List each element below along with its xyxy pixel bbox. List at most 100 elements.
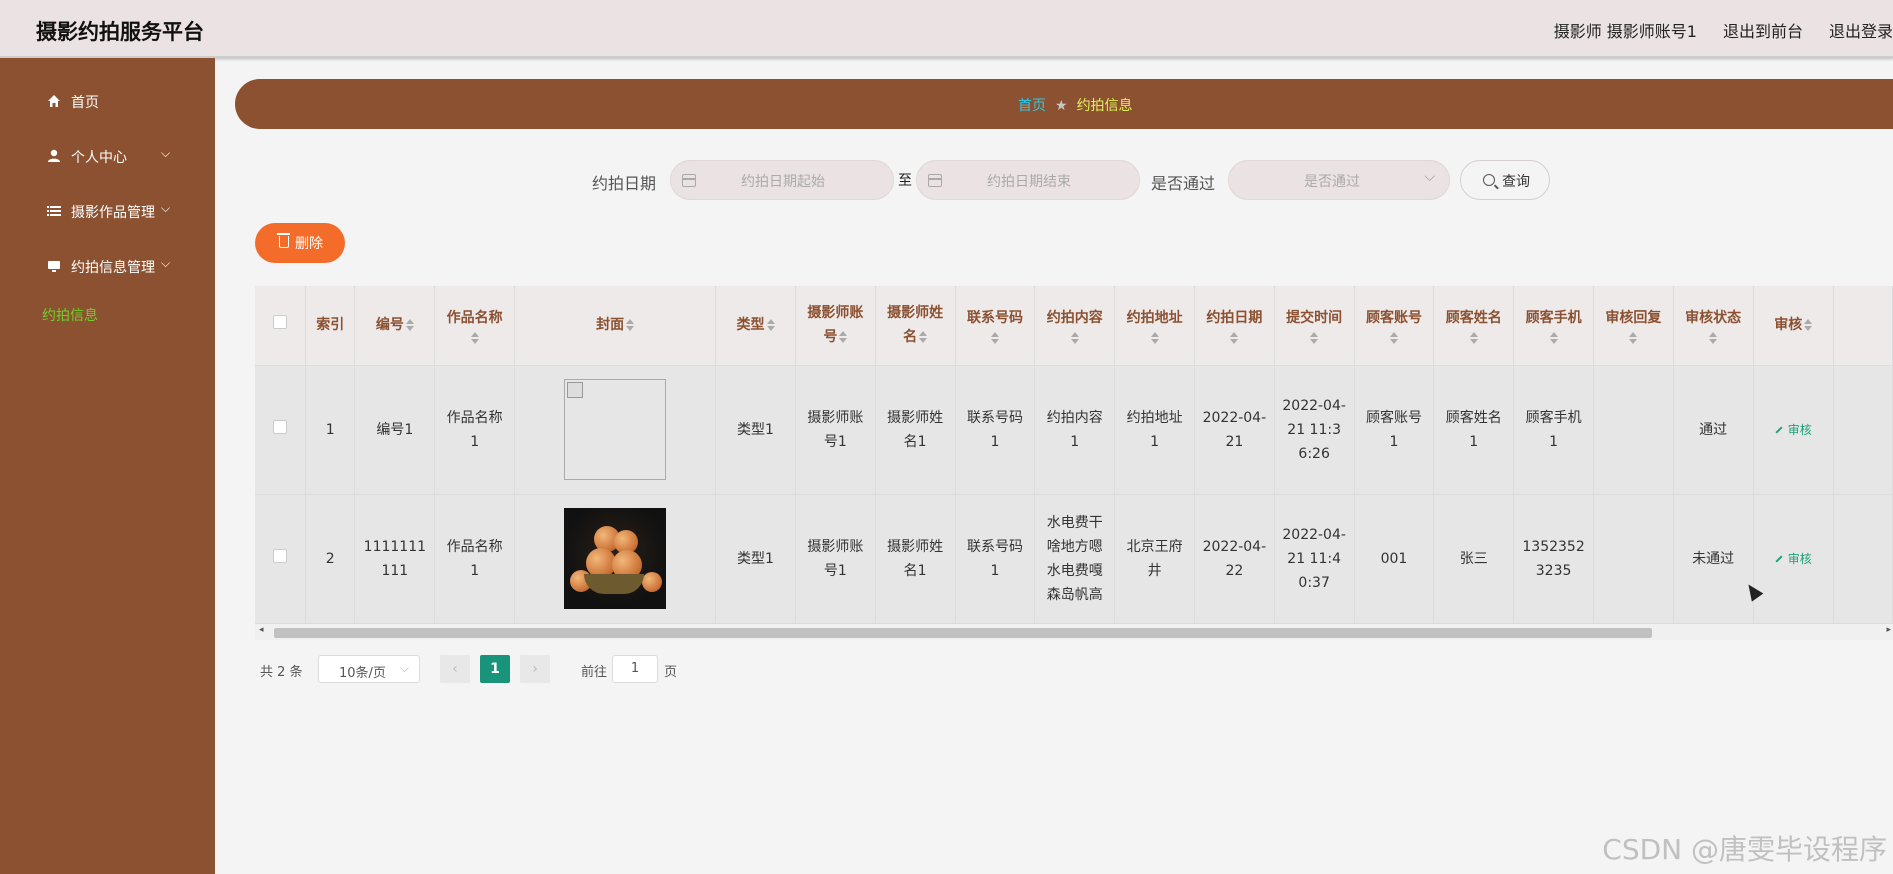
col-customer-account-label: 顾客账号 — [1365, 310, 1422, 327]
cell-photographer-account: 摄影师账号1 — [795, 494, 876, 624]
sort-icon[interactable] — [1469, 332, 1478, 345]
col-date[interactable]: 约拍日期 — [1194, 286, 1275, 366]
sort-icon[interactable] — [405, 319, 414, 332]
cell-no: 1111111111 — [354, 494, 436, 624]
sort-icon[interactable] — [1150, 332, 1159, 345]
cell-customer-account: 001 — [1354, 494, 1435, 624]
col-audit[interactable]: 审核 — [1753, 286, 1834, 366]
sidebar-subitem-appointment-info[interactable]: 约拍信息 — [42, 305, 98, 325]
sort-icon[interactable] — [1629, 332, 1638, 345]
row-checkbox[interactable] — [272, 548, 287, 563]
audit-button[interactable]: 审核 — [1775, 423, 1812, 437]
watermark: CSDN @唐雯毕设程序 — [1602, 833, 1887, 866]
exit-to-front-link[interactable]: 退出到前台 — [1723, 18, 1803, 42]
query-button[interactable]: 查询 — [1460, 160, 1550, 200]
cell-customer-name: 张三 — [1433, 494, 1515, 624]
col-customer-account[interactable]: 顾客账号 — [1354, 286, 1435, 366]
delete-button-label: 删除 — [295, 236, 323, 252]
breadcrumb-home[interactable]: 首页 — [1018, 98, 1046, 114]
sidebar-item-personal-center[interactable]: 个人中心 ⌵ — [0, 136, 215, 176]
col-date-label: 约拍日期 — [1206, 310, 1263, 327]
cover-image — [564, 508, 667, 609]
date-end-input[interactable]: 约拍日期结束 — [916, 160, 1140, 200]
chevron-down-icon: ⌵ — [399, 661, 409, 675]
sort-icon[interactable] — [766, 319, 775, 332]
row-checkbox-cell — [255, 365, 306, 495]
cell-customer-phone: 顾客手机1 — [1513, 365, 1594, 495]
next-page-button[interactable]: › — [520, 655, 550, 683]
sort-icon[interactable] — [919, 331, 928, 344]
cell-reply — [1593, 365, 1674, 495]
cell-content: 约拍内容1 — [1034, 365, 1116, 495]
calendar-icon — [928, 174, 942, 187]
page-number-button[interactable]: 1 — [480, 655, 510, 683]
current-user: 摄影师 摄影师账号1 — [1553, 22, 1697, 41]
pass-select-placeholder: 是否通过 — [1304, 174, 1360, 190]
logout-link[interactable]: 退出登录 — [1829, 18, 1893, 42]
col-cover[interactable]: 封面 — [514, 286, 717, 366]
sort-icon[interactable] — [626, 319, 635, 332]
sort-icon[interactable] — [1310, 332, 1319, 345]
date-range-separator: 至 — [898, 173, 912, 189]
sort-icon[interactable] — [1070, 332, 1079, 345]
col-content[interactable]: 约拍内容 — [1034, 286, 1116, 366]
sort-icon[interactable] — [1709, 332, 1718, 345]
col-customer-name[interactable]: 顾客姓名 — [1433, 286, 1515, 366]
sort-icon[interactable] — [990, 332, 999, 345]
page-size-select[interactable]: 10条/页 ⌵ — [318, 655, 420, 683]
cell-address: 约拍地址1 — [1114, 365, 1195, 495]
col-type[interactable]: 类型 — [715, 286, 796, 366]
cell-submit-time: 2022-04-21 11:36:26 — [1274, 365, 1355, 495]
app-title: 摄影约拍服务平台 — [36, 20, 204, 44]
col-address[interactable]: 约拍地址 — [1114, 286, 1195, 366]
col-customer-name-label: 顾客姓名 — [1445, 310, 1502, 327]
scroll-left-icon[interactable]: ◂ — [259, 625, 264, 635]
cell-photographer-name: 摄影师姓名1 — [875, 365, 956, 495]
col-submit-time[interactable]: 提交时间 — [1274, 286, 1355, 366]
breadcrumb-current: 约拍信息 — [1076, 98, 1133, 114]
page-size-value: 10条/页 — [339, 666, 386, 681]
cell-photographer-account: 摄影师账号1 — [795, 365, 876, 495]
horizontal-scrollbar[interactable]: ◂ ▸ — [255, 623, 1893, 640]
col-photographer-name[interactable]: 摄影师姓名 — [875, 286, 956, 366]
prev-page-button[interactable]: ‹ — [440, 655, 470, 683]
sidebar-item-appointment-management[interactable]: 约拍信息管理 ⌵ — [0, 246, 215, 286]
sidebar-item-home[interactable]: 首页 — [0, 81, 215, 121]
col-audit-label: 审核 — [1774, 317, 1803, 334]
sort-icon[interactable] — [1389, 332, 1398, 345]
audit-button-label: 审核 — [1787, 551, 1812, 566]
sort-icon[interactable] — [1230, 332, 1239, 345]
date-start-placeholder: 约拍日期起始 — [741, 174, 825, 190]
sort-icon[interactable] — [470, 332, 479, 345]
sort-icon[interactable] — [839, 331, 848, 344]
col-content-label: 约拍内容 — [1046, 310, 1103, 327]
date-start-input[interactable]: 约拍日期起始 — [670, 160, 894, 200]
col-submit-time-label: 提交时间 — [1286, 310, 1343, 327]
col-photographer-account[interactable]: 摄影师账号 — [795, 286, 876, 366]
col-work-name[interactable]: 作品名称 — [434, 286, 516, 366]
delete-button[interactable]: 删除 — [255, 223, 345, 263]
chevron-down-icon: ⌵ — [161, 146, 171, 160]
sort-icon[interactable] — [1549, 332, 1558, 345]
sort-icon[interactable] — [1804, 319, 1813, 332]
sidebar-item-works-management[interactable]: 摄影作品管理 ⌵ — [0, 191, 215, 231]
table-row: 2 1111111111 作品名称1 类型1 摄影师账号1 摄影师姓名1 联系号… — [255, 494, 1893, 624]
pass-label: 是否通过 — [1151, 174, 1216, 193]
col-phone[interactable]: 联系号码 — [955, 286, 1036, 366]
cell-date: 2022-04-21 — [1194, 365, 1275, 495]
select-all-checkbox[interactable] — [272, 315, 287, 330]
date-end-placeholder: 约拍日期结束 — [987, 174, 1071, 190]
row-checkbox[interactable] — [272, 419, 287, 434]
col-no[interactable]: 编号 — [354, 286, 436, 366]
audit-button[interactable]: 审核 — [1775, 552, 1812, 566]
scroll-right-icon[interactable]: ▸ — [1886, 625, 1891, 635]
col-cover-label: 封面 — [596, 317, 625, 334]
goto-page-input[interactable]: 1 — [612, 655, 658, 683]
col-status[interactable]: 审核状态 — [1673, 286, 1754, 366]
col-customer-phone[interactable]: 顾客手机 — [1513, 286, 1594, 366]
col-reply[interactable]: 审核回复 — [1593, 286, 1674, 366]
scrollbar-thumb[interactable] — [274, 628, 1652, 638]
table-header-row: 索引 编号 作品名称 封面 类型 摄影师账号 摄影师姓名 联系号码 约拍内容 约… — [255, 286, 1893, 366]
pass-select[interactable]: 是否通过 ⌵ — [1228, 160, 1450, 200]
cell-content: 水电费干啥地方嗯水电费嘎森岛帆高 — [1034, 494, 1116, 624]
